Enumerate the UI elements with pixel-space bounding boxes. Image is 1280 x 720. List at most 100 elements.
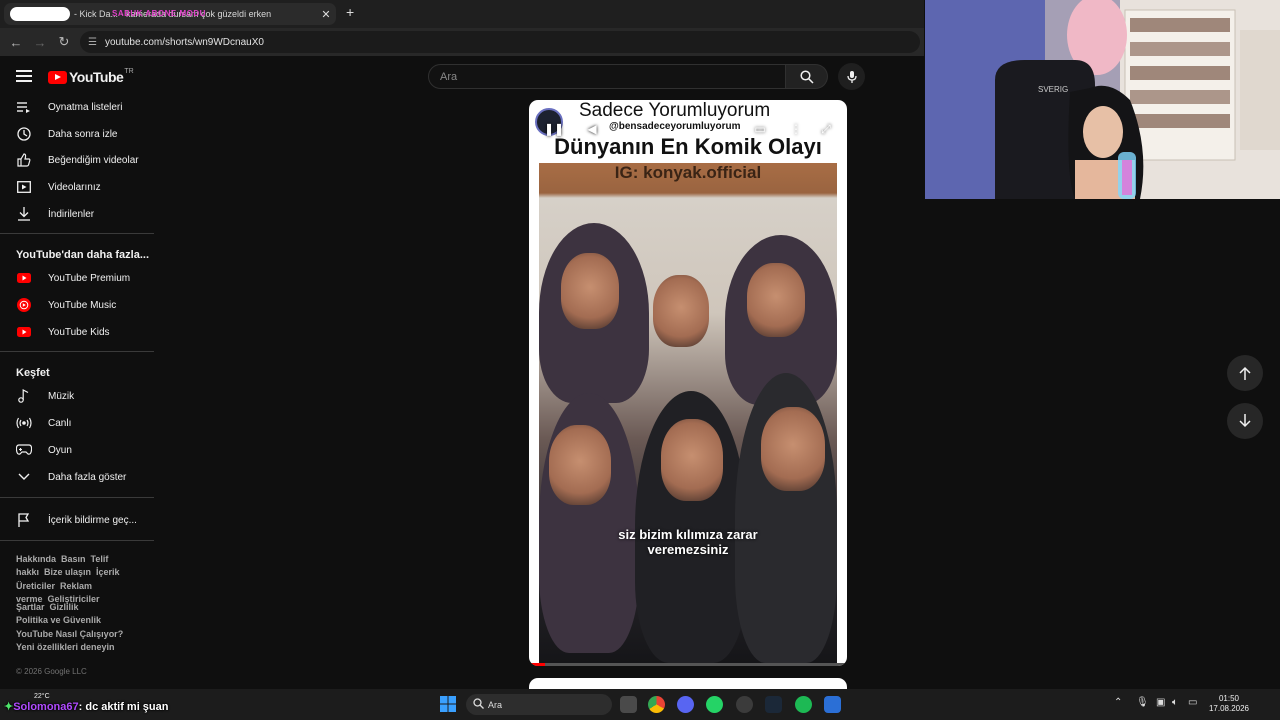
forward-icon[interactable]: → [28,35,52,50]
search-input[interactable]: Ara [428,64,786,89]
network-icon[interactable]: ▣ [1156,697,1165,708]
short-video-player[interactable]: Sadece Yorumluyorum @bensadeceyorumluyor… [529,100,847,666]
youtube-play-icon [48,70,67,84]
sidebar-item-report-history[interactable]: İçerik bildirme geç... [0,508,154,532]
sidebar-item-show-more[interactable]: Daha fazla göster [0,465,154,489]
microphone-icon[interactable]: 🎙︎ [1136,697,1149,708]
sidebar-item-label: YouTube Premium [48,272,131,284]
tray-chevron-icon[interactable]: ⌃ [1114,697,1122,708]
video-progress-bar[interactable] [529,663,847,666]
video-progress-fill [529,663,545,666]
sidebar-item-label: Daha fazla göster [48,471,127,483]
sidebar-divider [0,540,154,541]
next-short-button[interactable] [1227,403,1263,439]
flag-icon [16,512,32,528]
sidebar-item-premium[interactable]: YouTube Premium [0,266,154,290]
footer-links-secondary: Şartlar Gizlilik Politika ve Güvenlik You… [16,601,146,655]
taskbar-search-label: Ara [488,699,503,710]
chevron-down-icon [16,469,32,485]
clock-time: 01:50 [1218,694,1240,703]
footer-link[interactable]: Bize ulaşın [44,567,91,577]
footer-link[interactable]: Hakkında [16,554,56,564]
reload-icon[interactable]: ↻ [52,34,76,50]
sidebar-item-watch-later[interactable]: Daha sonra izle [0,122,154,146]
hamburger-menu-icon[interactable] [16,68,32,84]
sidebar-item-downloads[interactable]: İndirilenler [0,202,154,226]
voice-search-button[interactable] [838,63,865,90]
sidebar-item-playlists[interactable]: Oynatma listeleri [0,95,154,119]
video-subtitle: siz bizim kılımıza zarar veremezsiniz [539,527,837,557]
gamepad-icon [16,442,32,458]
sidebar-item-music[interactable]: YouTube Music [0,293,154,317]
youtube-logo[interactable]: YouTube TR [48,68,134,85]
sidebar-divider [0,497,154,498]
sidebar-item-label: Oynatma listeleri [48,101,123,113]
subtitle-line: veremezsiniz [647,542,729,557]
address-url: youtube.com/shorts/wn9WDcnauX0 [104,36,264,48]
taskbar-search[interactable]: Ara [466,694,612,715]
sidebar-item-kids[interactable]: YouTube Kids [0,320,154,344]
footer-link[interactable]: Şartlar [16,602,45,612]
person-face [761,407,825,491]
sidebar-item-music-explore[interactable]: Müzik [0,384,154,408]
youtube-premium-icon [16,270,32,286]
whatsapp-icon[interactable] [706,696,723,713]
browser-tab[interactable]: - Kick Da... - kamerada dursam çok güzel… [4,3,336,25]
footer-link[interactable]: Basın [61,554,86,564]
channel-handle: @bensadeceyorumluyorum [609,121,741,132]
taskbar-clock[interactable]: 01:50 17.08.2026 [1206,694,1252,714]
youtube-music-icon [16,297,32,313]
obs-icon[interactable] [736,696,753,713]
search-icon [473,698,484,711]
footer-link[interactable]: Politika ve Güvenlik [16,615,101,625]
chat-text: : dc aktif mi şuan [78,701,169,713]
app-icon[interactable] [824,696,841,713]
footer-link[interactable]: Yeni özellikleri deneyin [16,642,115,652]
steam-icon[interactable] [765,696,782,713]
site-info-icon[interactable]: ☰ [88,37,97,48]
video-icon [16,179,32,195]
new-tab-button[interactable]: + [346,4,354,20]
subtitle-line: siz bizim kılımıza zarar [618,527,758,542]
logo-text: YouTube [69,69,124,85]
chat-badge-icon: ✦ [4,701,14,713]
sidebar-item-liked-videos[interactable]: Beğendiğim videolar [0,148,154,172]
person-face [549,425,611,505]
task-view-icon[interactable] [620,696,637,713]
person-face [661,419,723,501]
previous-short-button[interactable] [1227,355,1263,391]
chrome-icon[interactable] [648,696,665,713]
live-icon [16,415,32,431]
person-face [747,263,805,337]
music-note-icon [16,388,32,404]
sidebar-item-live[interactable]: Canlı [0,411,154,435]
battery-icon[interactable]: ▭ [1188,697,1197,708]
sidebar-divider [0,351,154,352]
svg-text:SVERIG: SVERIG [1038,85,1068,94]
footer-link[interactable]: Gizlilik [50,602,79,612]
search-button[interactable] [786,64,828,89]
windows-taskbar [0,689,1280,720]
channel-name: Sadece Yorumluyorum [579,100,771,121]
sidebar-item-gaming[interactable]: Oyun [0,438,154,462]
weather-widget[interactable]: 22°C [34,693,50,700]
sidebar-item-label: Müzik [48,390,75,402]
discord-icon[interactable] [677,696,694,713]
back-icon[interactable]: ← [4,35,28,50]
spotify-icon[interactable] [795,696,812,713]
sidebar-item-label: Oyun [48,444,72,456]
sidebar-divider [0,233,154,234]
address-bar[interactable]: ☰ youtube.com/shorts/wn9WDcnauX0 [80,31,920,53]
tab-close-icon[interactable]: ✕ [320,8,332,21]
video-watermark: IG: konyak.official [614,163,762,182]
sidebar-section-more: YouTube'dan daha fazla... [16,249,149,261]
clock-date: 17.08.2026 [1208,704,1250,713]
sidebar-item-label: Daha sonra izle [48,128,118,140]
microphone-icon [846,70,857,83]
speaker-icon[interactable]: 🔈︎ [1172,697,1178,708]
browser-toolbar: ← → ↻ ☰ youtube.com/shorts/wn9WDcnauX0 [0,28,924,56]
person-face [653,275,709,347]
windows-start-icon[interactable] [440,696,456,717]
footer-link[interactable]: YouTube Nasıl Çalışıyor? [16,629,123,639]
sidebar-item-your-videos[interactable]: Videolarınız [0,175,154,199]
